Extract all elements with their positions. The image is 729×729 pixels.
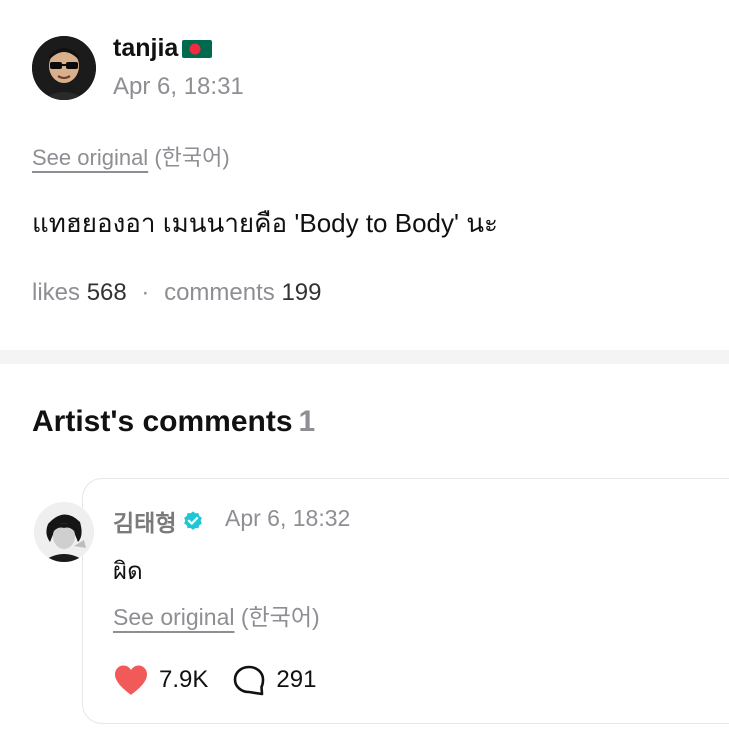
post-body-text: แทฮยองอา เมนนายคือ 'Body to Body' นะ [32,208,498,238]
artist-comment-text: ผิด [113,558,143,585]
artist-comments-count: 1 [298,405,316,438]
verified-badge-icon [182,510,204,532]
heart-icon [115,665,147,695]
original-language-label: (한국어) [154,145,230,170]
artist-comment-actions: 7.9K 291 [113,664,316,696]
username-text: tanjia [113,34,179,62]
likes-label: likes [32,279,81,306]
post: tanjia Apr 6, 18:31 See original (한국어) แ… [0,0,729,350]
speech-bubble-icon [234,665,265,696]
comments-label[interactable]: comments [164,279,275,306]
post-timestamp: Apr 6, 18:31 [113,73,244,100]
bangladesh-flag-icon [182,39,213,58]
reply-button[interactable]: 291 [232,664,316,696]
artist-comments-title: Artist's comments [32,405,293,438]
like-button[interactable]: 7.9K [113,664,208,696]
post-stats: likes 568 · comments 199 [32,279,322,307]
artist-name[interactable]: 김태형 [113,504,204,538]
likes-count: 568 [86,279,127,306]
reply-count: 291 [276,666,317,693]
artist-name-text: 김태형 [113,510,177,536]
section-divider [0,350,729,364]
post-author-avatar[interactable] [32,36,96,100]
artist-comments-heading: Artist's comments 1 [32,405,315,439]
artist-avatar-image [34,502,94,562]
artist-comment-timestamp: Apr 6, 18:32 [225,505,351,531]
artist-comment-see-original: See original (한국어) [113,598,320,632]
stats-separator: · [141,279,150,306]
post-see-original: See original (한국어) [32,140,230,172]
comment-original-language-label: (한국어) [240,604,320,630]
artist-avatar[interactable] [34,502,94,562]
comment-see-original-link[interactable]: See original [113,604,234,630]
like-count: 7.9K [159,666,209,693]
see-original-link[interactable]: See original [32,145,148,170]
avatar-image [32,36,96,100]
comments-count: 199 [281,279,322,306]
post-username[interactable]: tanjia [113,34,213,63]
